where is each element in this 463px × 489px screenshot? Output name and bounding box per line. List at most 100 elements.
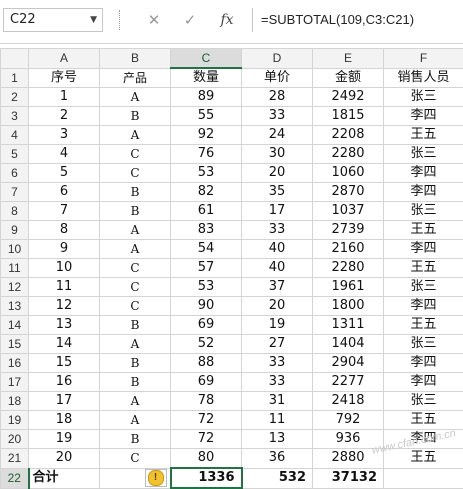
cell-d10[interactable]: 40 xyxy=(242,240,313,259)
cell-d8[interactable]: 17 xyxy=(242,202,313,221)
cell-d9[interactable]: 33 xyxy=(242,221,313,240)
row-header-1[interactable]: 1 xyxy=(1,68,29,88)
cell-b13[interactable]: C xyxy=(100,297,171,316)
cell-d16[interactable]: 33 xyxy=(242,354,313,373)
cell-f15[interactable]: 张三 xyxy=(384,335,463,354)
cell-e6[interactable]: 1060 xyxy=(313,164,384,183)
cell-a13[interactable]: 12 xyxy=(29,297,100,316)
cell-f3[interactable]: 李四 xyxy=(384,107,463,126)
cell-b9[interactable]: A xyxy=(100,221,171,240)
cell-b19[interactable]: A xyxy=(100,411,171,430)
cell-d17[interactable]: 33 xyxy=(242,373,313,392)
cell-f17[interactable]: 李四 xyxy=(384,373,463,392)
row-header-10[interactable]: 10 xyxy=(1,240,29,259)
cell-e1[interactable]: 金额 xyxy=(313,68,384,88)
cell-d15[interactable]: 27 xyxy=(242,335,313,354)
cell-d19[interactable]: 11 xyxy=(242,411,313,430)
cell-e16[interactable]: 2904 xyxy=(313,354,384,373)
row-header-4[interactable]: 4 xyxy=(1,126,29,145)
row-header-15[interactable]: 15 xyxy=(1,335,29,354)
cell-c14[interactable]: 69 xyxy=(171,316,242,335)
cell-b7[interactable]: B xyxy=(100,183,171,202)
cell-e10[interactable]: 2160 xyxy=(313,240,384,259)
column-header-c[interactable]: C xyxy=(171,49,242,69)
cell-a15[interactable]: 14 xyxy=(29,335,100,354)
cell-c12[interactable]: 53 xyxy=(171,278,242,297)
cell-d1[interactable]: 单价 xyxy=(242,68,313,88)
chevron-down-icon[interactable]: ▼ xyxy=(90,9,97,31)
cell-a20[interactable]: 19 xyxy=(29,430,100,449)
name-box[interactable]: C22 ▼ xyxy=(3,8,103,32)
fx-icon[interactable]: fx xyxy=(214,8,240,32)
cell-e15[interactable]: 1404 xyxy=(313,335,384,354)
cell-b17[interactable]: B xyxy=(100,373,171,392)
cell-a2[interactable]: 1 xyxy=(29,88,100,107)
cell-a4[interactable]: 3 xyxy=(29,126,100,145)
cell-c19[interactable]: 72 xyxy=(171,411,242,430)
cell-f16[interactable]: 李四 xyxy=(384,354,463,373)
cell-a17[interactable]: 16 xyxy=(29,373,100,392)
cell-e8[interactable]: 1037 xyxy=(313,202,384,221)
cell-c22-active[interactable]: 1336 xyxy=(171,468,242,488)
column-header-d[interactable]: D xyxy=(242,49,313,69)
select-all-corner[interactable] xyxy=(1,49,29,69)
row-header-12[interactable]: 12 xyxy=(1,278,29,297)
cell-c17[interactable]: 69 xyxy=(171,373,242,392)
cell-c7[interactable]: 82 xyxy=(171,183,242,202)
cell-a22[interactable]: 合计 xyxy=(29,468,100,488)
cell-d14[interactable]: 19 xyxy=(242,316,313,335)
cell-d12[interactable]: 37 xyxy=(242,278,313,297)
cell-e3[interactable]: 1815 xyxy=(313,107,384,126)
cell-d6[interactable]: 20 xyxy=(242,164,313,183)
cell-f6[interactable]: 李四 xyxy=(384,164,463,183)
column-header-a[interactable]: A xyxy=(29,49,100,69)
cell-f13[interactable]: 李四 xyxy=(384,297,463,316)
cell-c21[interactable]: 80 xyxy=(171,449,242,469)
formula-input[interactable]: =SUBTOTAL(109,C3:C21) xyxy=(252,8,463,32)
column-header-e[interactable]: E xyxy=(313,49,384,69)
cell-d22[interactable]: 532 xyxy=(242,468,313,488)
cell-a8[interactable]: 7 xyxy=(29,202,100,221)
cell-f11[interactable]: 王五 xyxy=(384,259,463,278)
cell-f2[interactable]: 张三 xyxy=(384,88,463,107)
row-header-14[interactable]: 14 xyxy=(1,316,29,335)
row-header-8[interactable]: 8 xyxy=(1,202,29,221)
cell-f8[interactable]: 张三 xyxy=(384,202,463,221)
cell-d3[interactable]: 33 xyxy=(242,107,313,126)
cell-f4[interactable]: 王五 xyxy=(384,126,463,145)
cell-a19[interactable]: 18 xyxy=(29,411,100,430)
cell-c13[interactable]: 90 xyxy=(171,297,242,316)
cell-b20[interactable]: B xyxy=(100,430,171,449)
row-header-3[interactable]: 3 xyxy=(1,107,29,126)
row-header-18[interactable]: 18 xyxy=(1,392,29,411)
cell-c4[interactable]: 92 xyxy=(171,126,242,145)
cell-b21[interactable]: C xyxy=(100,449,171,469)
row-header-11[interactable]: 11 xyxy=(1,259,29,278)
row-header-9[interactable]: 9 xyxy=(1,221,29,240)
cell-b2[interactable]: A xyxy=(100,88,171,107)
cell-b12[interactable]: C xyxy=(100,278,171,297)
cell-b10[interactable]: A xyxy=(100,240,171,259)
cell-b6[interactable]: C xyxy=(100,164,171,183)
cell-e11[interactable]: 2280 xyxy=(313,259,384,278)
cell-c1[interactable]: 数量 xyxy=(171,68,242,88)
cell-d18[interactable]: 31 xyxy=(242,392,313,411)
row-header-6[interactable]: 6 xyxy=(1,164,29,183)
cell-e7[interactable]: 2870 xyxy=(313,183,384,202)
cell-a16[interactable]: 15 xyxy=(29,354,100,373)
cell-f5[interactable]: 张三 xyxy=(384,145,463,164)
cell-e18[interactable]: 2418 xyxy=(313,392,384,411)
cell-f1[interactable]: 销售人员 xyxy=(384,68,463,88)
cell-a3[interactable]: 2 xyxy=(29,107,100,126)
row-header-17[interactable]: 17 xyxy=(1,373,29,392)
cell-e17[interactable]: 2277 xyxy=(313,373,384,392)
cell-f19[interactable]: 王五 xyxy=(384,411,463,430)
cell-b8[interactable]: B xyxy=(100,202,171,221)
cell-b11[interactable]: C xyxy=(100,259,171,278)
cell-c16[interactable]: 88 xyxy=(171,354,242,373)
cell-f12[interactable]: 张三 xyxy=(384,278,463,297)
row-header-2[interactable]: 2 xyxy=(1,88,29,107)
cell-d21[interactable]: 36 xyxy=(242,449,313,469)
cell-e2[interactable]: 2492 xyxy=(313,88,384,107)
cell-e9[interactable]: 2739 xyxy=(313,221,384,240)
